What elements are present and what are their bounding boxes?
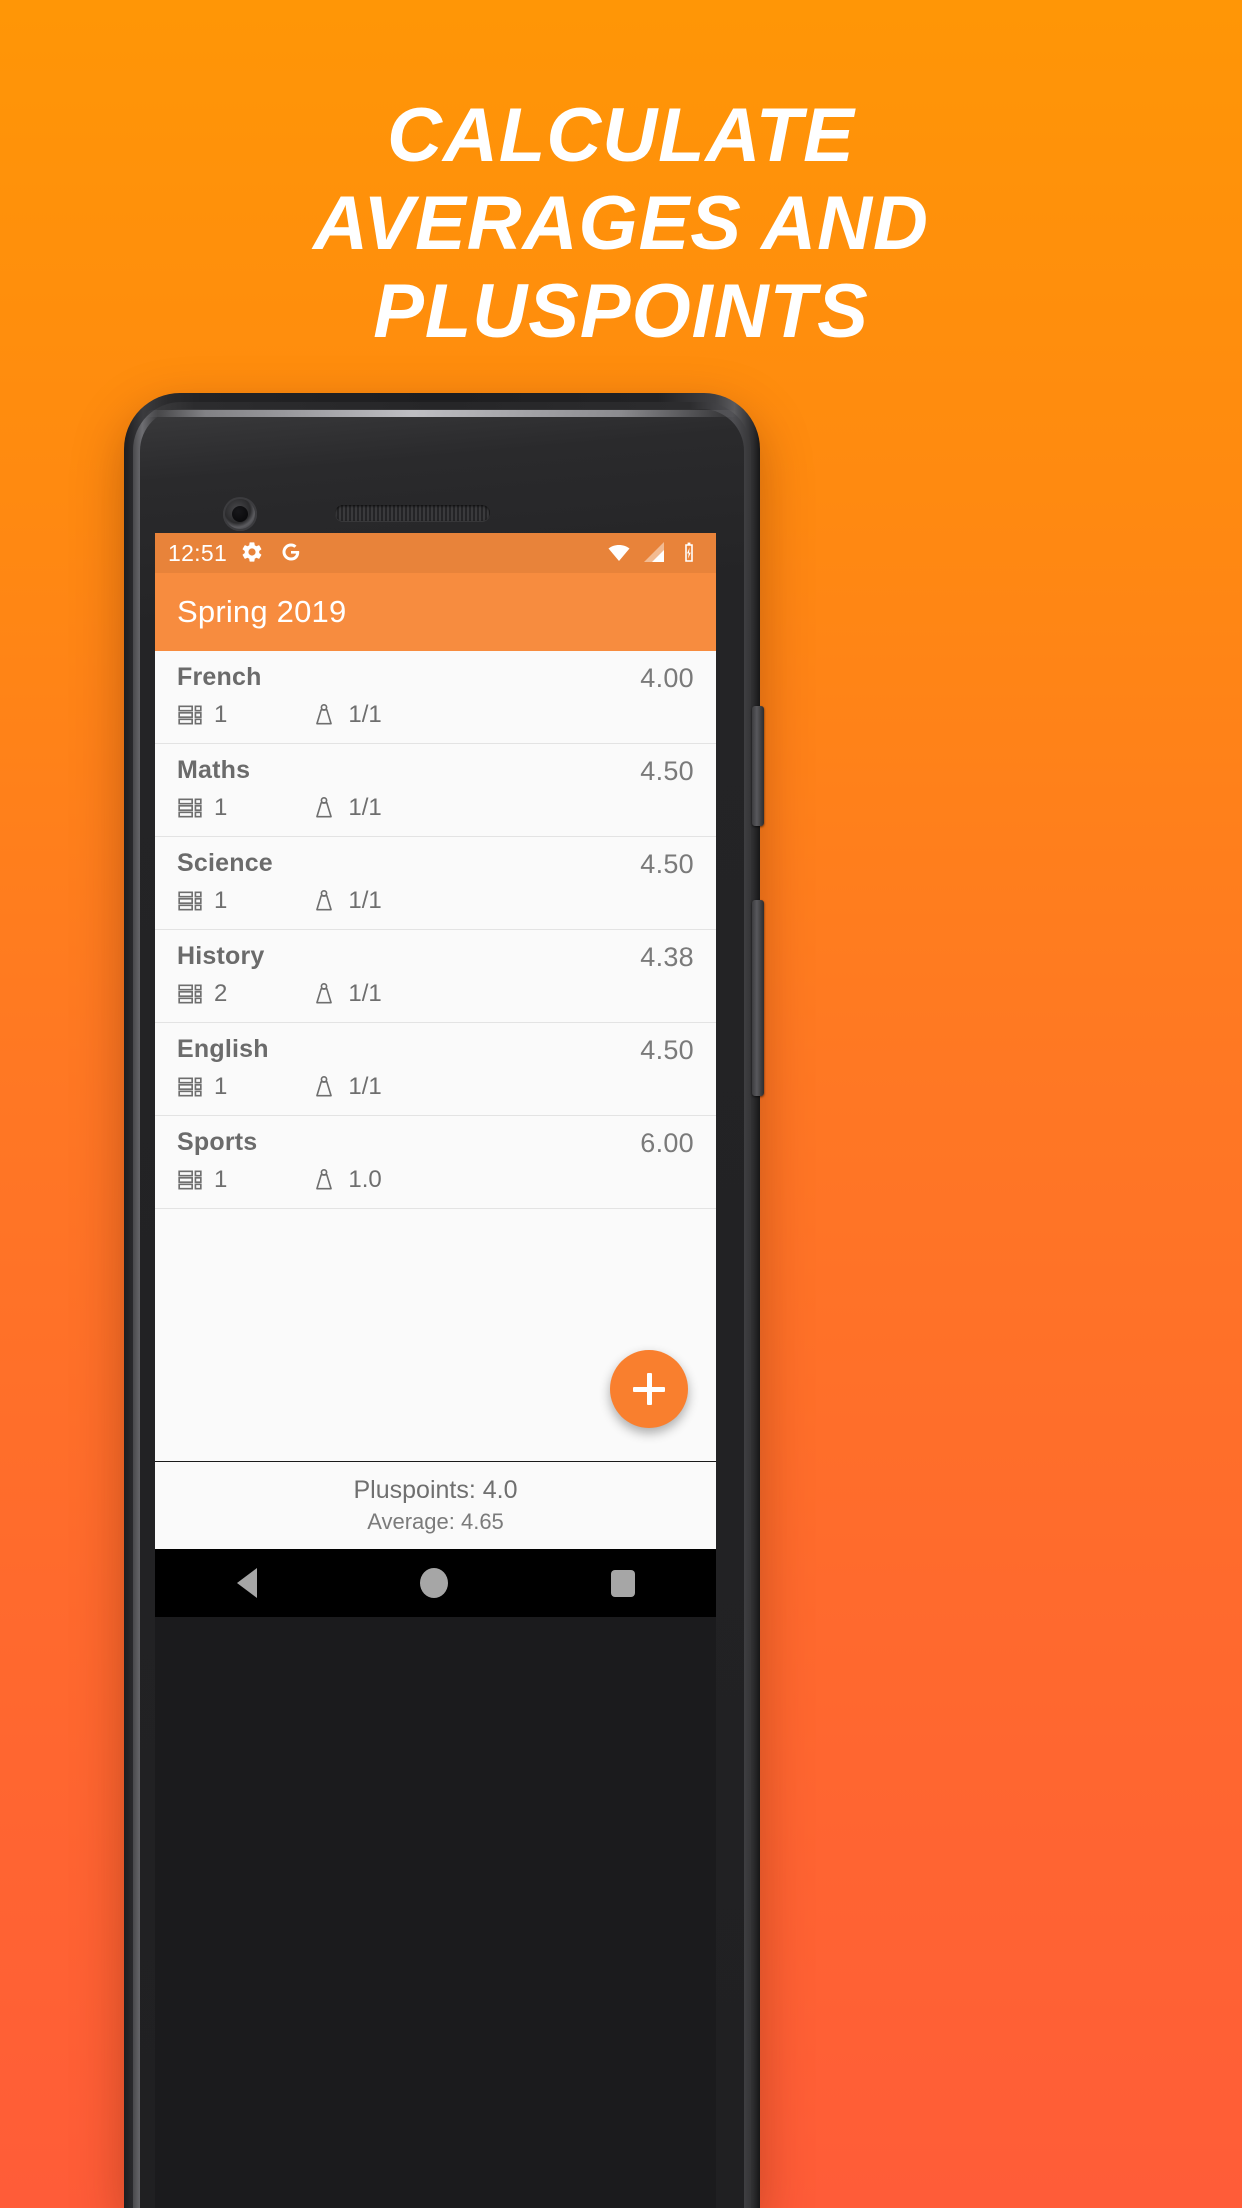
earpiece-speaker-icon (335, 505, 490, 521)
subject-grade: 4.50 (640, 1035, 694, 1065)
status-bar: 12:51 (155, 533, 716, 573)
add-subject-button[interactable] (610, 1350, 688, 1428)
subject-grade: 4.38 (640, 942, 694, 972)
headline-line-2: AVERAGES AND (313, 181, 929, 266)
status-clock: 12:51 (168, 539, 228, 566)
volume-button[interactable] (752, 900, 764, 1096)
front-camera-icon (223, 497, 257, 531)
subject-row-meta: 1 1/1 (177, 1073, 694, 1101)
subject-row-top: Science 4.50 (177, 849, 694, 880)
subject-row-meta: 1 1/1 (177, 794, 694, 822)
grades-list-icon (177, 888, 203, 914)
subject-list: French 4.00 1 1/1 Maths 4.50 1 1/1 Science 4.50 1 1… (155, 651, 716, 1209)
subject-row-top: English 4.50 (177, 1035, 694, 1066)
subject-row-meta: 2 1/1 (177, 980, 694, 1008)
subject-weight: 1/1 (311, 1073, 382, 1101)
subject-weight: 1/1 (311, 980, 382, 1008)
plus-icon-vertical (646, 1373, 652, 1405)
pluspoints-value: Pluspoints: 4.0 (353, 1476, 518, 1504)
subject-weight: 1/1 (311, 887, 382, 915)
grades-list-icon (177, 795, 203, 821)
subject-grade: 6.00 (640, 1128, 694, 1158)
subject-name: English (177, 1035, 269, 1063)
subject-row[interactable]: Science 4.50 1 1/1 (155, 837, 716, 930)
subject-weight-value: 1/1 (348, 794, 382, 821)
google-g-icon (279, 540, 305, 566)
subject-weight-value: 1/1 (348, 980, 382, 1007)
grade-count: 1 (177, 1073, 227, 1101)
subject-row[interactable]: Sports 6.00 1 1.0 (155, 1116, 716, 1209)
subject-grade: 4.50 (640, 756, 694, 786)
subject-weight: 1/1 (311, 701, 382, 729)
wifi-icon (607, 540, 633, 566)
weight-icon (311, 1074, 337, 1100)
weight-icon (311, 888, 337, 914)
signal-icon (642, 540, 668, 566)
weight-icon (311, 795, 337, 821)
battery-charging-icon (677, 540, 703, 566)
grade-count-value: 1 (214, 887, 228, 914)
weight-icon (311, 702, 337, 728)
headline-line-1: CALCULATE (387, 93, 855, 178)
back-button[interactable] (236, 1568, 257, 1598)
subject-weight-value: 1.0 (348, 1166, 382, 1193)
home-button[interactable] (419, 1568, 448, 1598)
gear-icon (240, 540, 266, 566)
grade-count: 2 (177, 980, 227, 1008)
subject-name: French (177, 663, 262, 691)
subject-name: History (177, 942, 265, 970)
grade-count-value: 1 (214, 1166, 228, 1193)
grade-count: 1 (177, 1166, 227, 1194)
subject-name: Science (177, 849, 273, 877)
android-nav-bar (155, 1549, 716, 1617)
app-bar: Spring 2019 (155, 573, 716, 651)
subject-row-meta: 1 1.0 (177, 1166, 694, 1194)
subject-row-top: Maths 4.50 (177, 756, 694, 787)
subject-row[interactable]: English 4.50 1 1/1 (155, 1023, 716, 1116)
subject-weight-value: 1/1 (348, 701, 382, 728)
weight-icon (311, 981, 337, 1007)
subject-weight: 1.0 (311, 1166, 382, 1194)
subject-row-top: Sports 6.00 (177, 1128, 694, 1159)
average-value: Average: 4.65 (367, 1509, 504, 1534)
status-bar-left: 12:51 (168, 540, 305, 567)
subject-row-meta: 1 1/1 (177, 887, 694, 915)
phone-lower-body (155, 1617, 716, 2208)
subject-row[interactable]: French 4.00 1 1/1 (155, 651, 716, 744)
grades-list-icon (177, 981, 203, 1007)
grade-count-value: 2 (214, 980, 228, 1007)
app-bar-title: Spring 2019 (177, 594, 347, 629)
subject-row[interactable]: History 4.38 2 1/1 (155, 930, 716, 1023)
promo-headline: CALCULATE AVERAGES AND PLUSPOINTS (0, 92, 1242, 356)
headline-line-3: PLUSPOINTS (373, 269, 869, 354)
grade-count: 1 (177, 794, 227, 822)
grade-count: 1 (177, 701, 227, 729)
phone-screen: 12:51 Spring 2019 French 4.00 1 1/1 Math… (155, 533, 716, 1549)
subject-grade: 4.00 (640, 663, 694, 693)
grade-count-value: 1 (214, 1073, 228, 1100)
subject-row[interactable]: Maths 4.50 1 1/1 (155, 744, 716, 837)
subject-weight: 1/1 (311, 794, 382, 822)
grades-list-icon (177, 702, 203, 728)
bezel-highlight (146, 410, 738, 417)
subject-row-meta: 1 1/1 (177, 701, 694, 729)
grade-count: 1 (177, 887, 227, 915)
subject-row-top: French 4.00 (177, 663, 694, 694)
subject-grade: 4.50 (640, 849, 694, 879)
summary-bar: Pluspoints: 4.0 Average: 4.65 (155, 1461, 716, 1549)
grade-count-value: 1 (214, 794, 228, 821)
subject-name: Maths (177, 756, 251, 784)
phone-mockup: 12:51 Spring 2019 French 4.00 1 1/1 Math… (124, 393, 764, 2208)
recents-button[interactable] (610, 1569, 635, 1597)
weight-icon (311, 1167, 337, 1193)
status-bar-right (607, 540, 703, 566)
subject-row-top: History 4.38 (177, 942, 694, 973)
grade-count-value: 1 (214, 701, 228, 728)
subject-weight-value: 1/1 (348, 1073, 382, 1100)
grades-list-icon (177, 1074, 203, 1100)
subject-name: Sports (177, 1128, 258, 1156)
grades-list-icon (177, 1167, 203, 1193)
subject-weight-value: 1/1 (348, 887, 382, 914)
power-button[interactable] (752, 706, 764, 826)
